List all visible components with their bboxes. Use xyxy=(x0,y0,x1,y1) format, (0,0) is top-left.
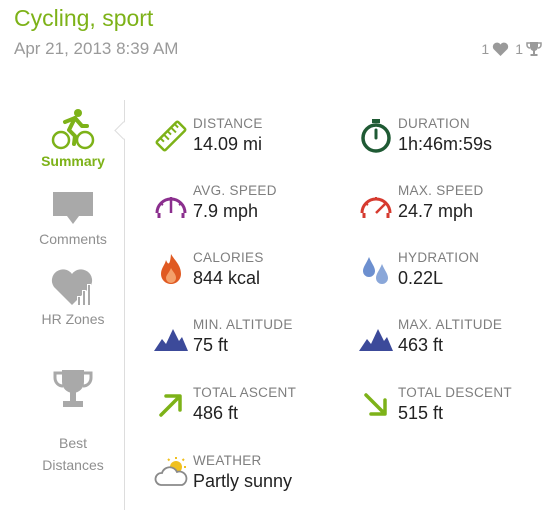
stat-label: MAX. ALTITUDE xyxy=(398,317,503,332)
speech-bubble-icon xyxy=(53,192,93,224)
stopwatch-icon xyxy=(361,119,391,153)
nav-label-summary: Summary xyxy=(41,153,105,169)
stat-max-speed: MAX. SPEED 24.7 mph xyxy=(358,183,548,233)
stat-max-altitude: MAX. ALTITUDE 463 ft xyxy=(358,317,548,367)
stat-min-altitude: MIN. ALTITUDE 75 ft xyxy=(153,317,343,367)
stat-value: 75 ft xyxy=(193,335,229,355)
nav-item-summary[interactable]: Summary xyxy=(30,108,116,172)
nav-label-hr-zones: HR Zones xyxy=(41,311,105,327)
stat-calories: CALORIES 844 kcal xyxy=(153,250,343,300)
stat-label: DURATION xyxy=(398,116,470,131)
social-counters: 1 1 xyxy=(481,41,542,57)
trophies-count: 1 xyxy=(515,41,523,57)
heart-chart-icon xyxy=(51,269,93,306)
stat-label: AVG. SPEED xyxy=(193,183,277,198)
stat-hydration: HYDRATION 0.22L xyxy=(358,250,548,300)
mountains-icon xyxy=(154,329,188,351)
stat-value: 486 ft xyxy=(193,403,239,423)
mountains-icon xyxy=(359,329,393,351)
likes-count: 1 xyxy=(481,41,490,57)
stat-value: 0.22L xyxy=(398,268,444,288)
trophy-icon xyxy=(53,370,93,407)
stat-label: HYDRATION xyxy=(398,250,480,265)
partly-sunny-icon xyxy=(154,457,188,486)
stat-label: MAX. SPEED xyxy=(398,183,484,198)
stat-total-descent: TOTAL DESCENT 515 ft xyxy=(358,385,548,435)
nav-item-hr-zones[interactable]: HR Zones xyxy=(30,268,116,330)
nav-label-best-distances: Best Distances xyxy=(42,435,104,473)
stat-label: WEATHER xyxy=(193,453,262,468)
stat-distance: DISTANCE 14.09 mi xyxy=(153,116,343,166)
active-nav-pointer xyxy=(114,121,133,140)
flame-icon xyxy=(161,254,181,284)
stat-value: 7.9 mph xyxy=(193,201,259,221)
stat-avg-speed: AVG. SPEED 7.9 mph xyxy=(153,183,343,233)
speedometer-icon xyxy=(360,197,392,218)
nav-label-comments: Comments xyxy=(39,231,107,247)
heart-icon xyxy=(493,42,509,56)
arrow-up-right-icon xyxy=(159,394,182,417)
like-button[interactable]: 1 xyxy=(481,41,509,57)
stat-weather: WEATHER Partly sunny xyxy=(153,453,343,503)
stat-label: TOTAL DESCENT xyxy=(398,385,512,400)
stat-value: 24.7 mph xyxy=(398,201,474,221)
stat-value: 1h:46m:59s xyxy=(398,134,493,154)
trophy-button[interactable]: 1 xyxy=(515,41,542,57)
stat-value: 844 kcal xyxy=(193,268,261,288)
nav-item-best-distances[interactable]: Best Distances xyxy=(30,346,116,476)
nav-divider xyxy=(124,100,125,510)
nav-item-comments[interactable]: Comments xyxy=(30,190,116,250)
water-drops-icon xyxy=(363,257,388,284)
stat-value: 515 ft xyxy=(398,403,444,423)
stat-value: 463 ft xyxy=(398,335,444,355)
stat-value: 14.09 mi xyxy=(193,134,263,154)
stat-duration: DURATION 1h:46m:59s xyxy=(358,116,548,166)
speedometer-icon xyxy=(155,197,187,218)
stat-label: CALORIES xyxy=(193,250,264,265)
stat-total-ascent: TOTAL ASCENT 486 ft xyxy=(153,385,343,435)
ruler-icon xyxy=(155,120,187,152)
activity-date: Apr 21, 2013 8:39 AM xyxy=(14,39,179,58)
stat-label: MIN. ALTITUDE xyxy=(193,317,293,332)
trophy-icon xyxy=(526,42,542,56)
stat-label: TOTAL ASCENT xyxy=(193,385,297,400)
activity-title: Cycling, sport xyxy=(14,5,154,31)
stat-value: Partly sunny xyxy=(193,471,293,491)
arrow-down-right-icon xyxy=(364,393,387,416)
cyclist-icon xyxy=(51,109,95,150)
stat-label: DISTANCE xyxy=(193,116,263,131)
